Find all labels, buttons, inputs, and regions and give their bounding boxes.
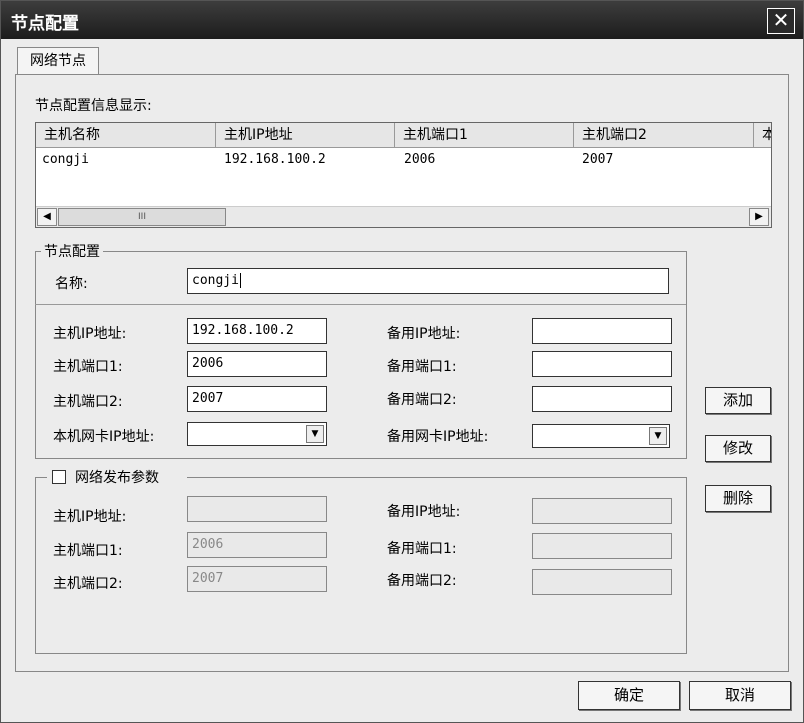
list-header: 主机名称 主机IP地址 主机端口1 主机端口2 本	[36, 123, 771, 148]
tab-network-node[interactable]: 网络节点	[17, 47, 99, 75]
name-label: 名称:	[55, 276, 88, 292]
column-more[interactable]: 本	[754, 123, 771, 147]
backup-port2-label: 备用端口2:	[387, 392, 457, 408]
add-button[interactable]: 添加	[705, 387, 771, 414]
horizontal-scrollbar[interactable]: ◀ III ▶	[36, 206, 771, 227]
host-port2-label: 主机端口2:	[53, 394, 123, 410]
publish-host-port1-label: 主机端口1:	[53, 543, 123, 559]
nic-ip-select[interactable]: ▼	[187, 422, 327, 446]
backup-port1-label: 备用端口1:	[387, 359, 457, 375]
column-host-port2[interactable]: 主机端口2	[574, 123, 754, 147]
name-input-value: congji	[192, 273, 239, 288]
backup-port1-input[interactable]	[532, 351, 672, 377]
cancel-button[interactable]: 取消	[689, 681, 791, 710]
publish-group-header: 网络发布参数	[47, 467, 187, 487]
modify-button[interactable]: 修改	[705, 435, 771, 462]
scroll-thumb[interactable]: III	[58, 208, 226, 226]
delete-button[interactable]: 删除	[705, 485, 771, 512]
backup-ip-label: 备用IP地址:	[387, 326, 461, 342]
name-input[interactable]: congji	[187, 268, 669, 294]
cell-host-ip: 192.168.100.2	[224, 152, 326, 167]
list-caption: 节点配置信息显示:	[35, 98, 152, 114]
nic-ip-label: 本机网卡IP地址:	[53, 429, 155, 445]
node-config-dialog: 节点配置 ✕ 网络节点 节点配置信息显示: 主机名称 主机IP地址 主机端口1 …	[0, 0, 804, 723]
scroll-right-icon[interactable]: ▶	[749, 208, 769, 226]
host-ip-label: 主机IP地址:	[53, 326, 127, 342]
chevron-down-icon[interactable]: ▼	[649, 427, 667, 445]
backup-ip-input[interactable]	[532, 318, 672, 344]
cell-host-name: congji	[42, 152, 89, 167]
column-host-port1[interactable]: 主机端口1	[395, 123, 574, 147]
ok-button[interactable]: 确定	[578, 681, 680, 710]
host-port2-input[interactable]: 2007	[187, 386, 327, 412]
backup-port2-input[interactable]	[532, 386, 672, 412]
cell-host-port2: 2007	[582, 152, 614, 167]
node-config-group-title: 节点配置	[41, 241, 103, 261]
host-port1-label: 主机端口1:	[53, 359, 123, 375]
publish-host-ip-label: 主机IP地址:	[53, 509, 127, 525]
window-title: 节点配置	[11, 14, 79, 34]
table-row[interactable]: congji 192.168.100.2 2006 2007	[36, 149, 771, 171]
publish-backup-ip-input[interactable]	[532, 498, 672, 524]
host-port1-input[interactable]: 2006	[187, 351, 327, 377]
scroll-left-icon[interactable]: ◀	[37, 208, 57, 226]
publish-backup-ip-label: 备用IP地址:	[387, 504, 461, 520]
publish-host-port1-input[interactable]: 2006	[187, 532, 327, 558]
host-ip-input[interactable]: 192.168.100.2	[187, 318, 327, 344]
group-divider	[35, 304, 686, 305]
column-host-ip[interactable]: 主机IP地址	[216, 123, 395, 147]
publish-backup-port2-input[interactable]	[532, 569, 672, 595]
backup-nic-ip-select[interactable]: ▼	[532, 424, 670, 448]
publish-backup-port1-input[interactable]	[532, 533, 672, 559]
close-icon: ✕	[772, 8, 790, 32]
backup-nic-ip-label: 备用网卡IP地址:	[387, 429, 489, 445]
publish-backup-port2-label: 备用端口2:	[387, 573, 457, 589]
publish-backup-port1-label: 备用端口1:	[387, 541, 457, 557]
title-bar: 节点配置 ✕	[1, 1, 803, 39]
chevron-down-icon[interactable]: ▼	[306, 425, 324, 443]
close-button[interactable]: ✕	[767, 8, 795, 34]
text-cursor	[239, 273, 241, 288]
node-list[interactable]: 主机名称 主机IP地址 主机端口1 主机端口2 本 congji 192.168…	[35, 122, 772, 228]
publish-checkbox[interactable]	[52, 470, 66, 484]
publish-host-port2-label: 主机端口2:	[53, 576, 123, 592]
cell-host-port1: 2006	[404, 152, 436, 167]
publish-host-ip-input[interactable]	[187, 496, 327, 522]
publish-host-port2-input[interactable]: 2007	[187, 566, 327, 592]
column-host-name[interactable]: 主机名称	[36, 123, 216, 147]
publish-group-title: 网络发布参数	[75, 470, 159, 486]
